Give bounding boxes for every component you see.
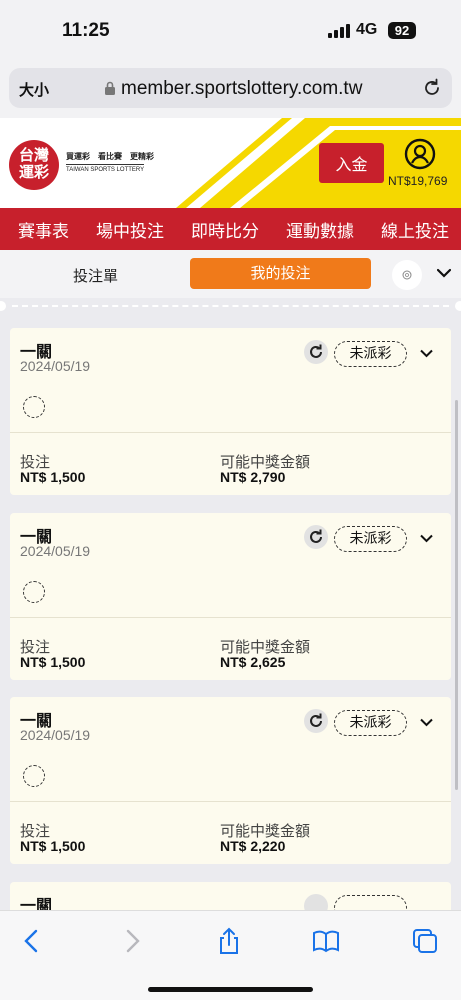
nav-item-live-betting[interactable]: 場中投注 [96,217,164,242]
bookmarks-icon[interactable] [312,927,340,955]
site-header: 台灣運彩 買運彩 看比賽 更精彩 TAIWAN SPORTS LOTTERY 入… [0,118,461,208]
prize-amount: NT$ 2,220 [220,838,286,854]
refresh-icon [310,529,322,543]
status-time: 11:25 [62,20,110,41]
refresh-button[interactable] [304,340,328,364]
prize-amount: NT$ 2,625 [220,654,286,670]
nav-item-live-score[interactable]: 即時比分 [191,217,259,242]
status-badge: 未派彩 [334,710,407,736]
nav-item-sports-data[interactable]: 運動數據 [286,217,354,242]
divider-dash [12,305,449,307]
status-badge: 未派彩 [334,526,407,552]
deposit-button[interactable]: 入金 [319,143,384,183]
ticket-divider [0,298,461,316]
share-icon[interactable] [215,927,243,955]
back-icon[interactable] [18,927,46,955]
bet-card[interactable]: 一關 2024/05/19 未派彩 投注 NT$ 1,500 可能中獎金額 NT… [10,328,451,495]
tabs-icon[interactable] [411,927,439,955]
status-badge [334,895,407,910]
refresh-button[interactable] [304,525,328,549]
stake-amount: NT$ 1,500 [20,654,86,670]
url-text: member.sportslottery.com.tw [121,78,363,99]
bet-date: 2024/05/19 [20,358,91,374]
home-indicator [148,987,313,992]
nav-item-online-betting[interactable]: 線上投注 [381,217,449,242]
scrollbar[interactable] [455,400,458,790]
card-divider [10,617,451,618]
refresh-button[interactable] [304,709,328,733]
status-badge: 未派彩 [334,341,407,367]
browser-toolbar [0,910,461,1000]
divider-notch-right [455,301,461,311]
chevron-down-icon[interactable] [420,718,433,727]
header-stripes [176,118,461,208]
stake-amount: NT$ 1,500 [20,838,86,854]
loading-icon [23,765,45,787]
gear-icon [402,270,412,280]
user-icon[interactable] [404,138,436,170]
reload-icon[interactable] [421,77,443,99]
stake-amount: NT$ 1,500 [20,469,86,485]
card-divider [10,801,451,802]
settings-button[interactable] [392,260,422,290]
signal-icon [328,24,352,38]
browser-address-area: 大小 member.sportslottery.com.tw [0,62,461,118]
refresh-icon [310,713,322,727]
bet-date: 2024/05/19 [20,543,91,559]
battery-icon: 92 [388,22,416,39]
logo-text: 台灣運彩 [19,147,50,181]
loading-icon [23,581,45,603]
prize-amount: NT$ 2,790 [220,469,286,485]
logo[interactable]: 台灣運彩 [9,140,59,190]
bet-tabs: 投注單 我的投注 [0,250,461,298]
bet-card[interactable]: 一關 2024/05/19 未派彩 投注 NT$ 1,500 可能中獎金額 NT… [10,697,451,864]
refresh-button[interactable] [304,894,328,910]
refresh-icon [310,344,322,358]
bet-date: 2024/05/19 [20,727,91,743]
divider-notch-left [0,301,6,311]
bet-card[interactable]: 一關 [10,882,451,910]
chevron-down-icon[interactable] [420,349,433,358]
bet-list: 一關 2024/05/19 未派彩 投注 NT$ 1,500 可能中獎金額 NT… [0,316,461,910]
nav-item-schedule[interactable]: 賽事表 [18,217,69,242]
status-bar: 11:25 4G 92 [0,0,461,62]
main-nav: 賽事表 場中投注 即時比分 運動數據 線上投注 [0,208,461,250]
lock-icon [105,81,115,95]
tab-my-bets[interactable]: 我的投注 [190,258,371,289]
card-divider [10,432,451,433]
loading-icon [23,396,45,418]
bet-card[interactable]: 一關 2024/05/19 未派彩 投注 NT$ 1,500 可能中獎金額 NT… [10,513,451,680]
chevron-down-icon[interactable] [420,534,433,543]
text-size-button[interactable]: 大小 [19,79,49,100]
logo-english: TAIWAN SPORTS LOTTERY [66,164,145,173]
logo-slogan: 買運彩 看比賽 更精彩 [66,152,154,161]
chevron-down-icon[interactable] [437,268,451,278]
network-type: 4G [356,21,378,38]
address-bar[interactable]: 大小 member.sportslottery.com.tw [9,68,452,108]
tab-bet-slip[interactable]: 投注單 [73,265,118,286]
forward-icon[interactable] [118,927,146,955]
account-balance: NT$19,769 [388,174,448,188]
bet-type: 一關 [20,898,53,910]
